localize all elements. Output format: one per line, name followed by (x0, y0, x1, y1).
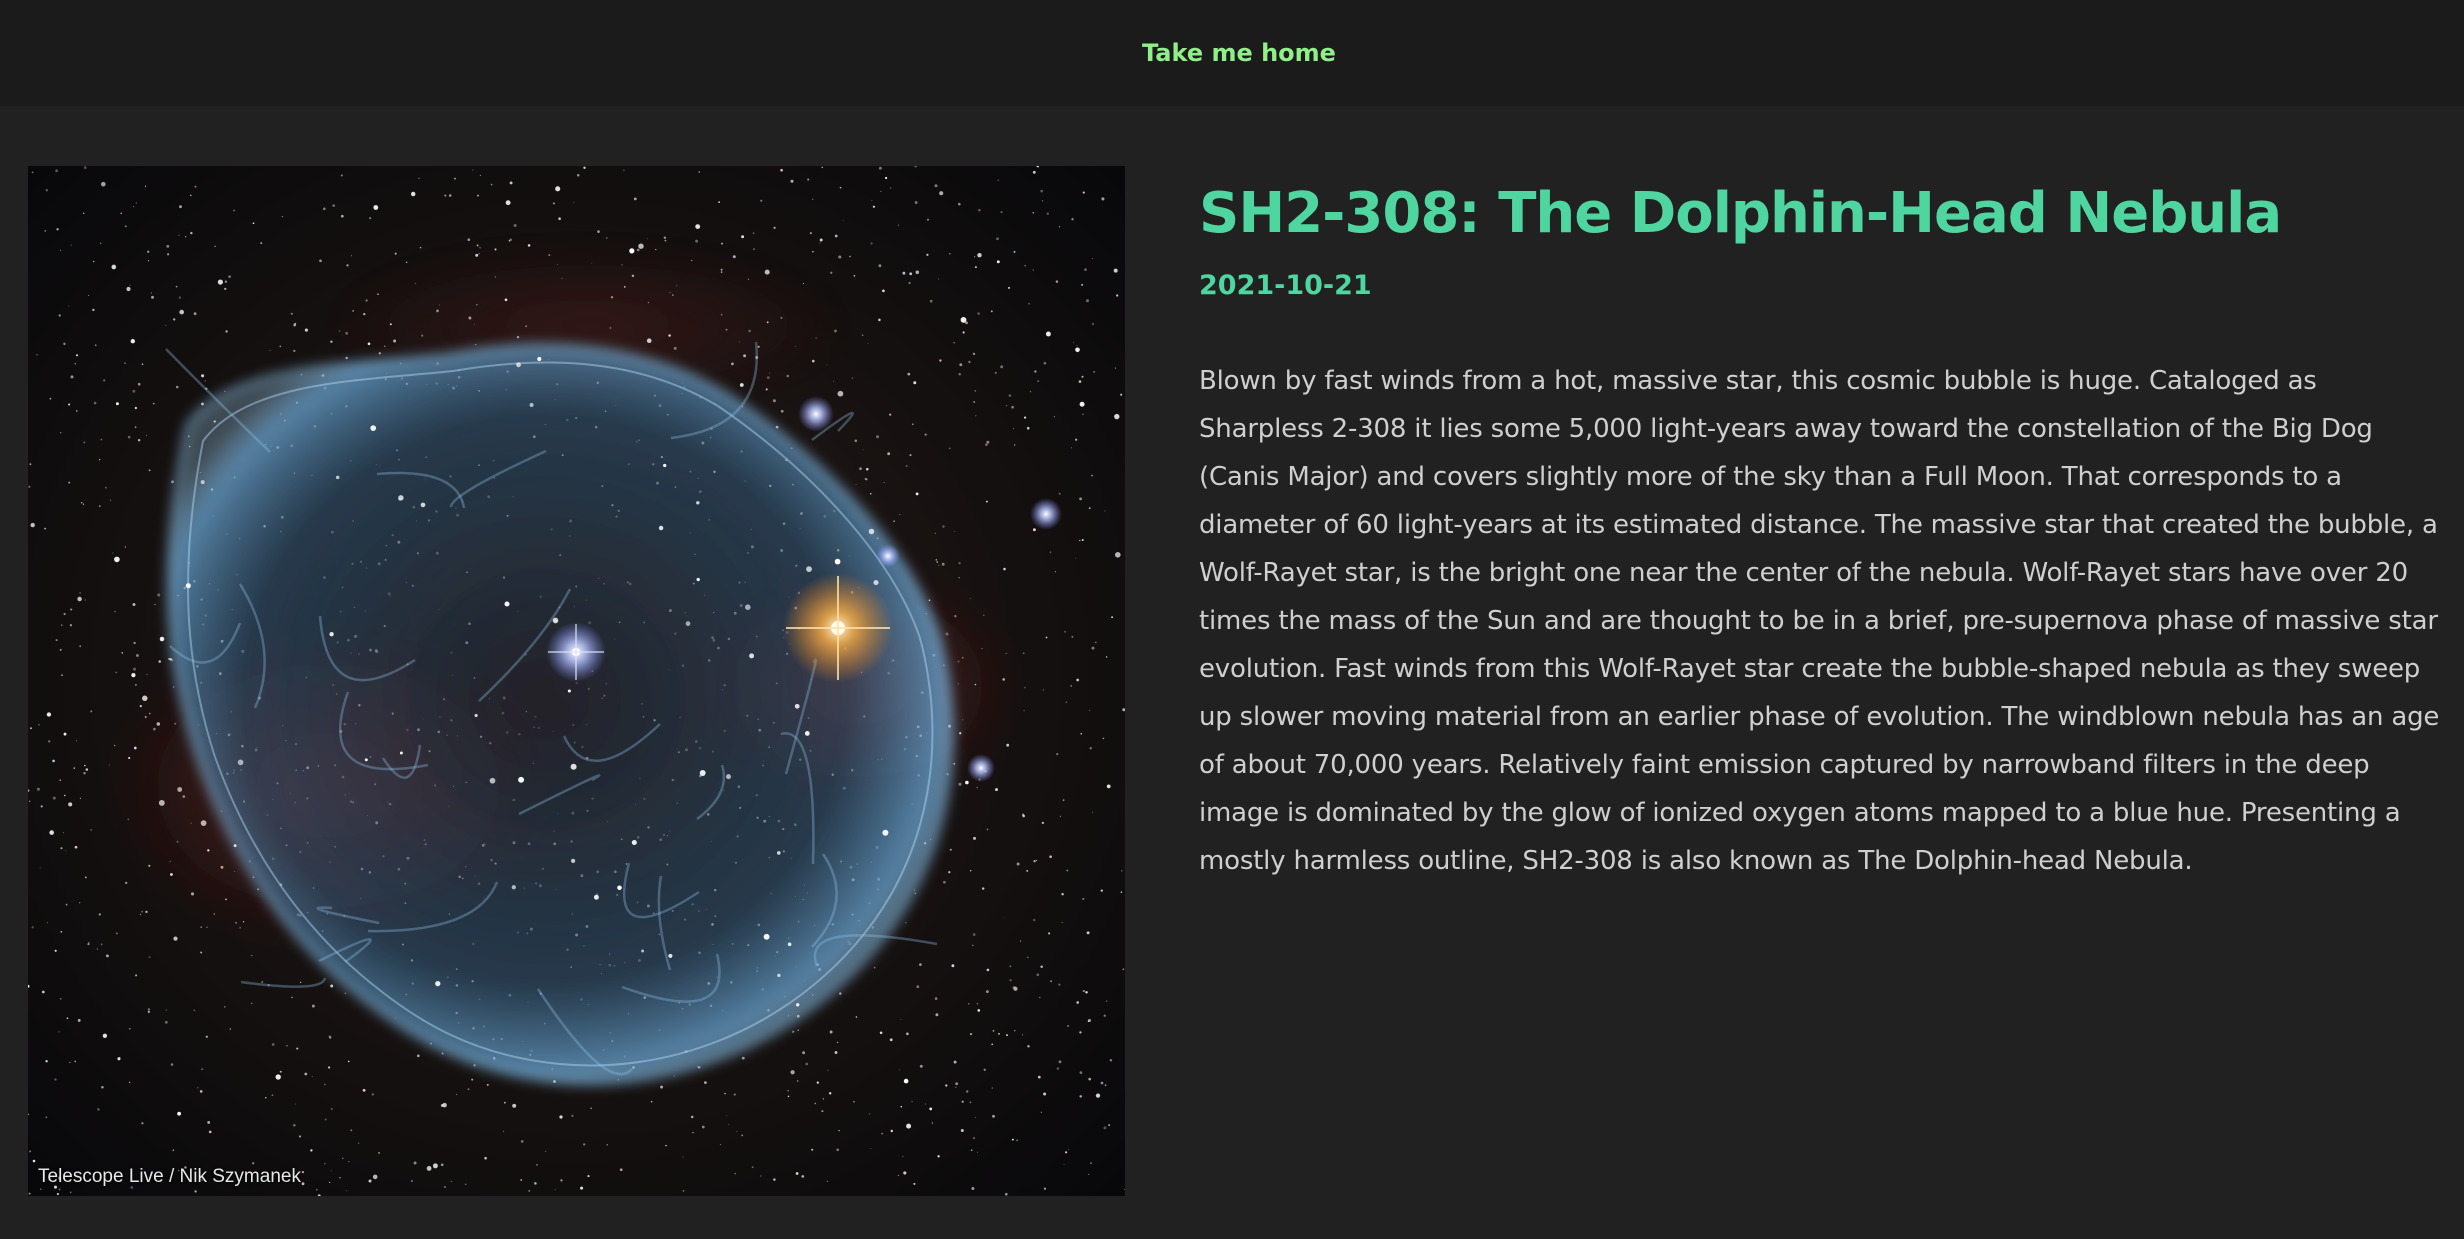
top-navigation-bar: Take me home (0, 0, 2464, 106)
take-me-home-link[interactable]: Take me home (1142, 39, 1336, 67)
explanation-text: Blown by fast winds from a hot, massive … (1199, 366, 2440, 876)
page-title: SH2-308: The Dolphin-Head Nebula (1199, 181, 2282, 246)
image-credit: Telescope Live / Nik Szymanek (38, 1166, 301, 1187)
nebula-picture (28, 166, 1125, 1196)
publication-date: 2021-10-21 (1199, 270, 1372, 301)
nebula-image: Telescope Live / Nik Szymanek (28, 166, 1125, 1196)
